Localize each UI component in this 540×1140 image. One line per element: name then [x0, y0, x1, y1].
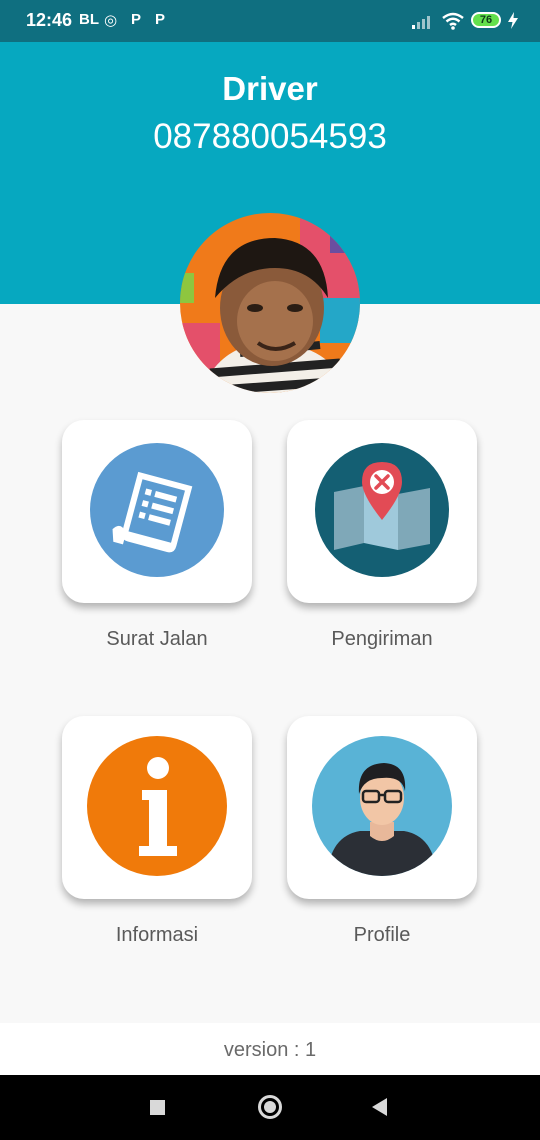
avatar-photo	[180, 213, 360, 393]
profile-button[interactable]	[287, 716, 477, 899]
informasi-label: Informasi	[115, 924, 199, 946]
notification-sync-icon: ◎	[104, 12, 118, 29]
profile-label: Profile	[353, 924, 411, 946]
map-pin-icon	[315, 443, 449, 577]
notification-parking-icon-2: P	[155, 11, 166, 28]
home-icon[interactable]	[258, 1095, 282, 1119]
notification-bl-icon: BL	[79, 11, 99, 28]
document-icon	[90, 443, 224, 577]
system-navigation-bar	[0, 1075, 540, 1140]
charging-icon	[508, 12, 518, 29]
notification-parking-icon: P	[131, 11, 142, 28]
user-phone: 087880054593	[153, 117, 387, 156]
avatar[interactable]	[180, 213, 360, 393]
pengiriman-label: Pengiriman	[331, 628, 433, 650]
signal-icon	[412, 16, 430, 29]
pengiriman-button[interactable]	[287, 420, 477, 603]
wifi-icon	[442, 12, 464, 30]
informasi-button[interactable]	[62, 716, 252, 899]
battery-icon: 76	[471, 12, 501, 28]
surat-jalan-button[interactable]	[62, 420, 252, 603]
user-icon	[312, 736, 452, 876]
back-icon[interactable]	[372, 1098, 387, 1116]
footer: version : 1	[0, 1023, 540, 1075]
user-role: Driver	[222, 70, 318, 107]
info-icon	[87, 736, 227, 876]
recents-icon[interactable]	[150, 1100, 165, 1115]
status-bar: 12:46 BL ◎ P P 76	[0, 0, 540, 42]
version-text: version : 1	[223, 1039, 317, 1061]
surat-jalan-label: Surat Jalan	[106, 628, 208, 650]
status-time: 12:46	[26, 10, 73, 30]
